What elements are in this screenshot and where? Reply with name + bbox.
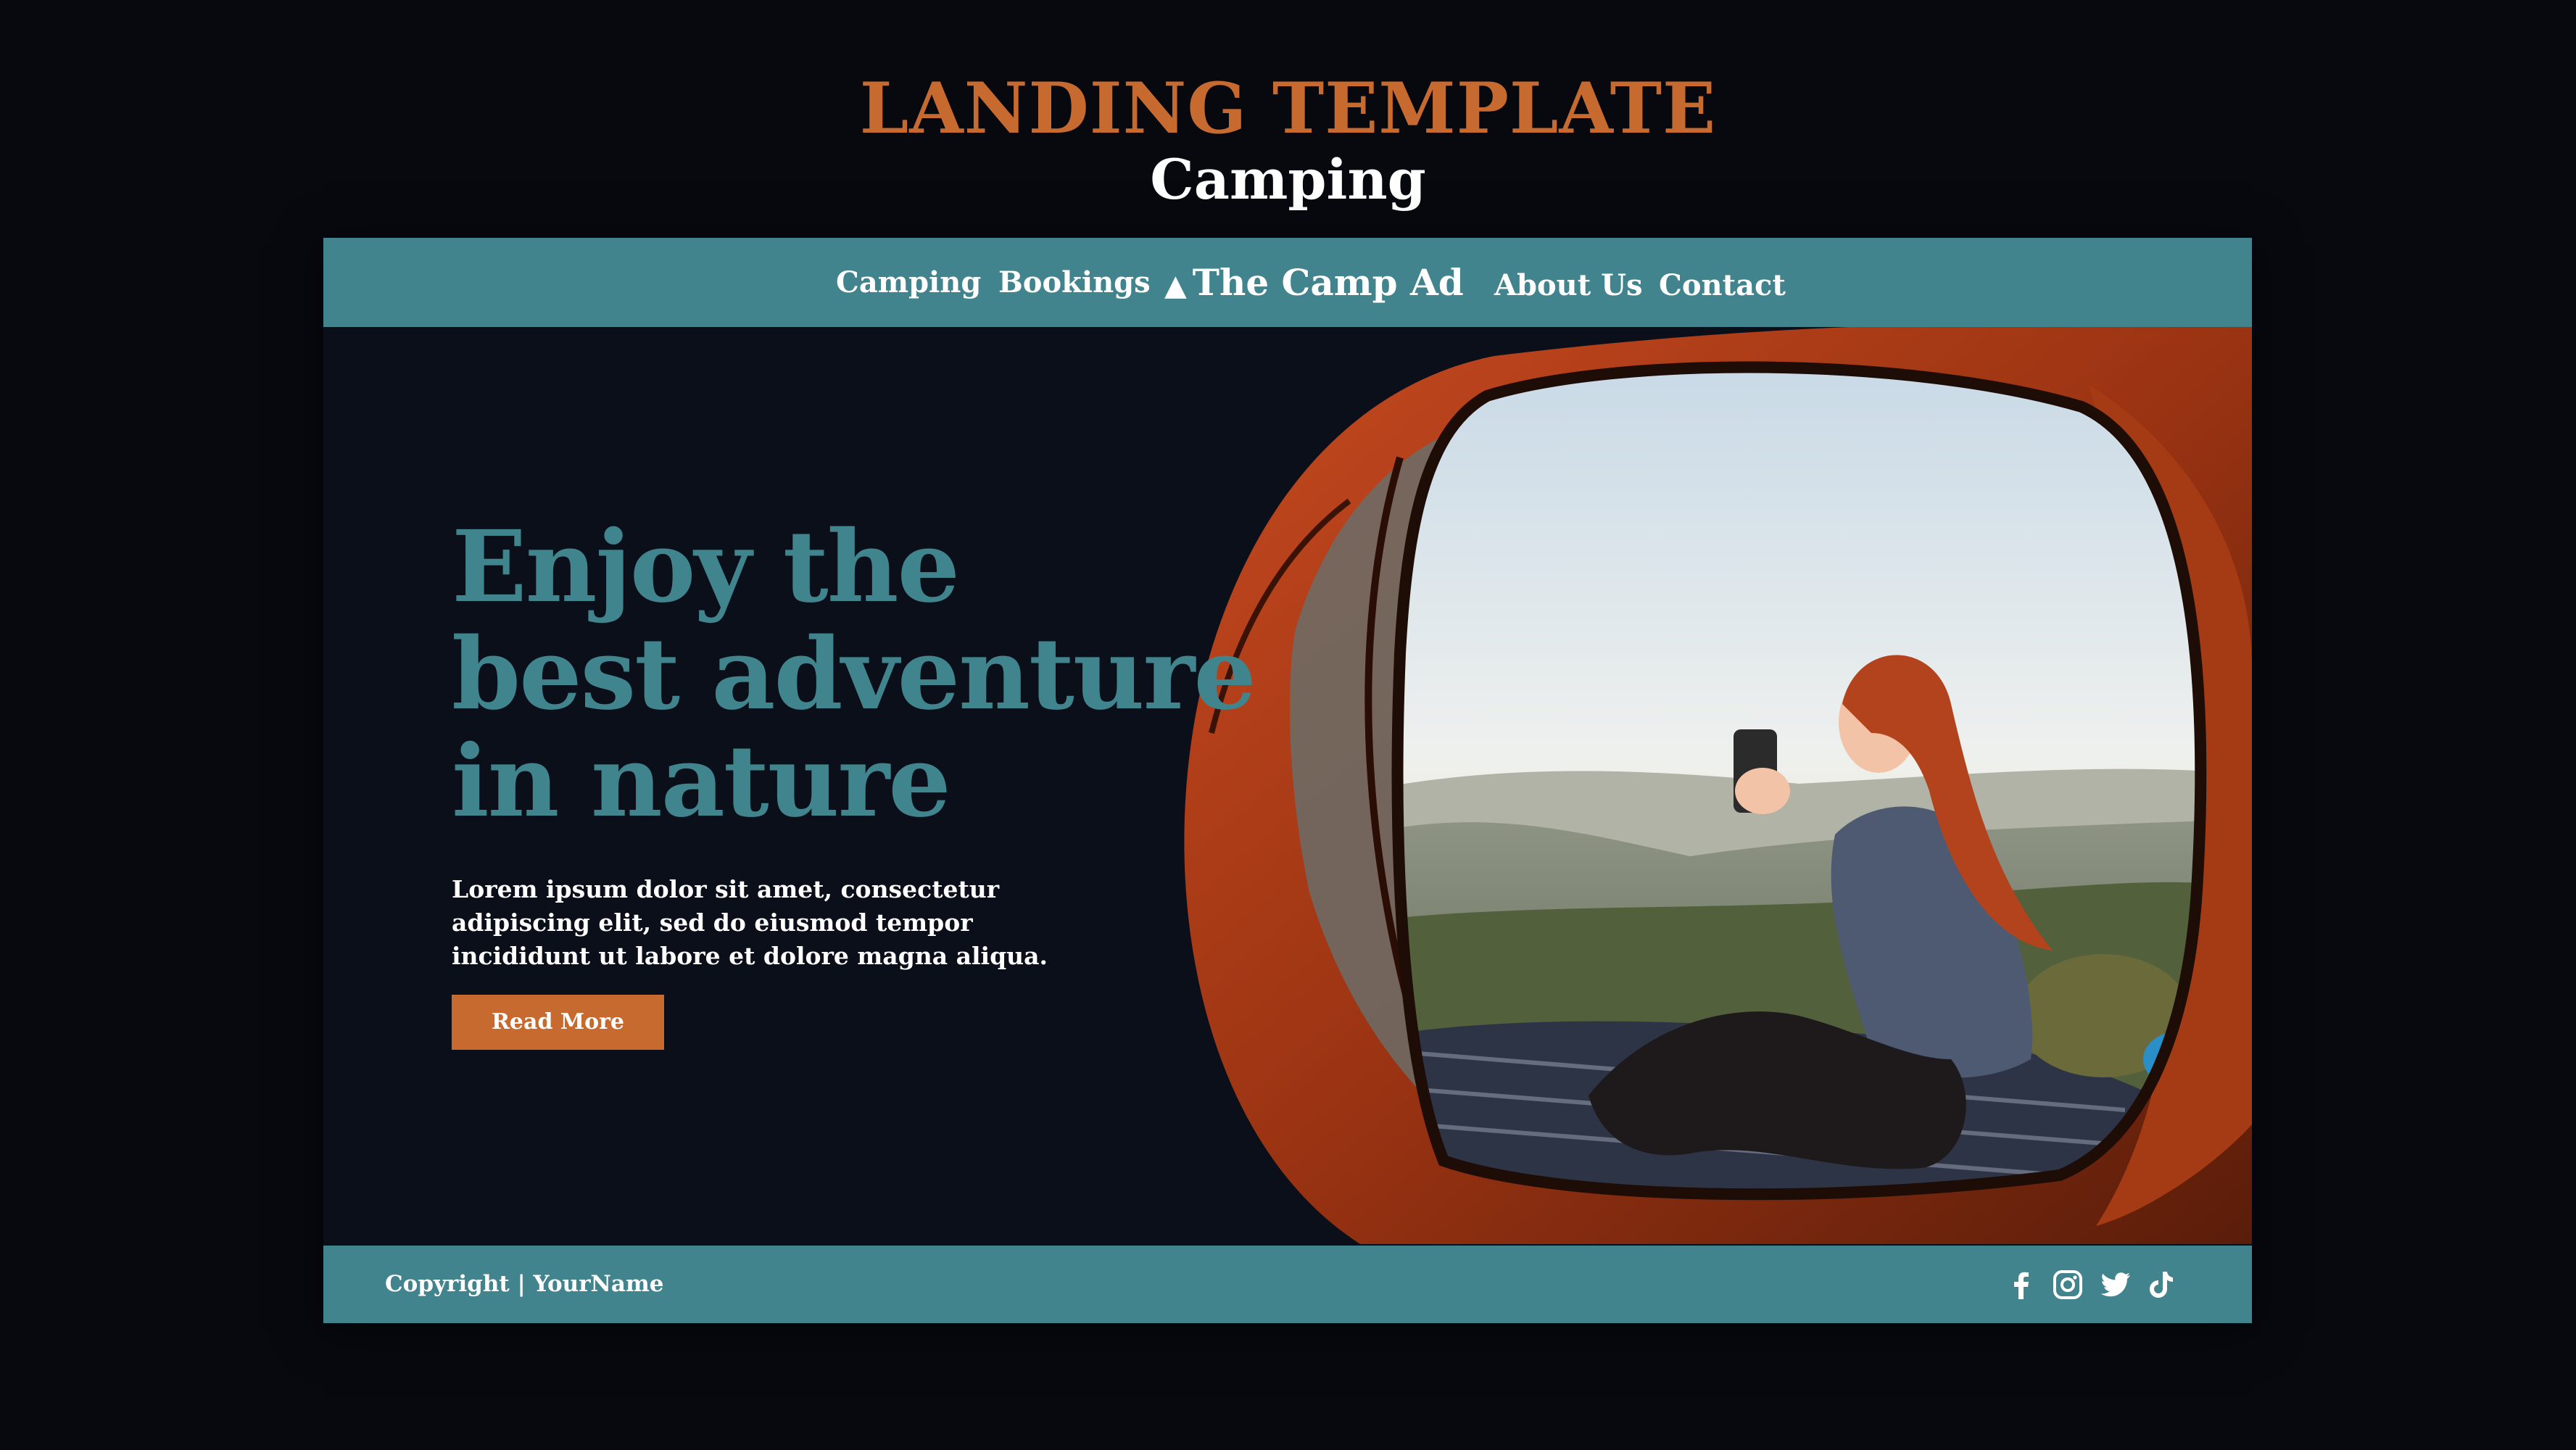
hero-headline: Enjoy the best adventure in nature <box>452 513 1256 835</box>
mountain-triangle-icon: ▲ <box>1164 268 1187 302</box>
footer-bar: Copyright | YourName <box>323 1246 2252 1323</box>
twitter-icon[interactable] <box>2100 1269 2132 1301</box>
facebook-icon[interactable] <box>2005 1269 2037 1301</box>
headline-line-2: best adventure <box>452 616 1256 732</box>
brand-logo-link[interactable]: ▲ The Camp Ad <box>1164 238 1464 327</box>
template-title-block: LANDING TEMPLATE Camping <box>0 69 2576 211</box>
brand-name: The Camp Ad <box>1192 261 1464 304</box>
tiktok-icon[interactable] <box>2146 1269 2178 1301</box>
nav-link-bookings[interactable]: Bookings <box>998 238 1151 327</box>
headline-line-1: Enjoy the <box>452 509 960 625</box>
hero-camping-photo <box>1184 327 2252 1244</box>
nav-link-contact[interactable]: Contact <box>1659 241 1786 330</box>
template-subtitle: Camping <box>1150 147 1426 212</box>
template-title: LANDING TEMPLATE <box>859 67 1717 149</box>
read-more-button[interactable]: Read More <box>452 995 664 1050</box>
headline-line-3: in nature <box>452 724 951 840</box>
hero-body-text: Lorem ipsum dolor sit amet, consectetur … <box>452 875 1048 970</box>
navigation-bar: Camping Bookings ▲ The Camp Ad About Us C… <box>323 238 2252 327</box>
landing-page-frame: Camping Bookings ▲ The Camp Ad About Us C… <box>323 238 2252 1323</box>
nav-link-about-us[interactable]: About Us <box>1494 241 1643 330</box>
copyright-text: Copyright | YourName <box>385 1271 664 1297</box>
nav-link-camping[interactable]: Camping <box>836 238 981 327</box>
instagram-icon[interactable] <box>2052 1269 2084 1301</box>
